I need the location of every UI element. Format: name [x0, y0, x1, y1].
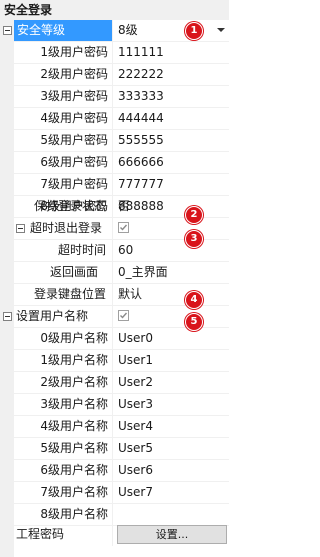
property-value[interactable]: 555555	[113, 130, 229, 151]
timeout-logout-label: 超时退出登录	[30, 221, 103, 235]
row-user-name[interactable]: 7级用户名称 User7	[0, 482, 229, 504]
row-user-name[interactable]: 2级用户名称 User2	[0, 372, 229, 394]
row-user-name[interactable]: 0级用户名称 User0	[0, 328, 229, 350]
property-label: 1级用户名称	[40, 353, 108, 367]
keyboard-position-label: 登录键盘位置	[33, 287, 106, 301]
property-label: 3级用户名称	[40, 397, 108, 411]
security-level-label: 安全等级	[14, 20, 112, 41]
property-value[interactable]: User2	[113, 372, 229, 393]
row-user-password[interactable]: 3级用户密码 333333	[0, 86, 229, 108]
row-user-name[interactable]: 6级用户名称 User6	[0, 460, 229, 482]
property-label: 2级用户密码	[40, 67, 108, 81]
property-value[interactable]: User6	[113, 460, 229, 481]
property-grid: 安全登录 安全等级 8级 1 1级用户密码 111111 2级用户密码 222222 3…	[0, 0, 229, 557]
property-value[interactable]: User1	[113, 350, 229, 371]
row-timeout-time[interactable]: 超时时间 60	[0, 240, 229, 262]
checkmark-icon	[120, 312, 128, 319]
keep-login-label: 保持登录状态	[33, 199, 106, 213]
timeout-time-label: 超时时间	[57, 243, 106, 257]
collapse-toggle-icon[interactable]	[3, 26, 12, 35]
chevron-down-icon[interactable]	[217, 28, 225, 32]
property-label: 2级用户名称	[40, 375, 108, 389]
category-title: 安全登录	[4, 3, 53, 17]
property-label: 7级用户密码	[40, 177, 108, 191]
property-label: 6级用户密码	[40, 155, 108, 169]
row-user-password[interactable]: 5级用户密码 555555	[0, 130, 229, 152]
return-screen-label: 返回画面	[49, 265, 98, 279]
property-label: 5级用户名称	[40, 441, 108, 455]
property-label: 4级用户密码	[40, 111, 108, 125]
property-label: 6级用户名称	[40, 463, 108, 477]
keep-login-value[interactable]: 否	[113, 196, 229, 217]
annotation-badge-1: 1	[185, 22, 203, 40]
row-project-password: 工程密码 设置...	[0, 524, 229, 546]
project-password-set-button[interactable]: 设置...	[117, 525, 227, 544]
category-security-login: 安全登录	[0, 0, 229, 20]
timeout-checkbox[interactable]	[118, 222, 129, 233]
row-user-password[interactable]: 6级用户密码 666666	[0, 152, 229, 174]
return-screen-value[interactable]: 0_主界面	[113, 262, 229, 283]
timeout-time-value[interactable]: 60	[113, 240, 229, 261]
set-username-label: 设置用户名称	[16, 309, 89, 323]
property-value[interactable]: 111111	[113, 42, 229, 63]
row-user-password[interactable]: 2级用户密码 222222	[0, 64, 229, 86]
property-label: 3级用户密码	[40, 89, 108, 103]
property-value[interactable]: 777777	[113, 174, 229, 195]
keyboard-position-value[interactable]: 默认	[113, 284, 229, 305]
property-value[interactable]: User4	[113, 416, 229, 437]
property-label: 4级用户名称	[40, 419, 108, 433]
row-return-screen[interactable]: 返回画面 0_主界面	[0, 262, 229, 284]
set-username-checkbox[interactable]	[118, 310, 129, 321]
project-password-label: 工程密码	[16, 527, 65, 541]
row-user-password[interactable]: 7级用户密码 777777	[0, 174, 229, 196]
property-label: 7级用户名称	[40, 485, 108, 499]
property-label: 5级用户密码	[40, 133, 108, 147]
property-label: 8级用户名称	[40, 507, 108, 521]
property-label: 1级用户密码	[40, 45, 108, 59]
row-user-password[interactable]: 4级用户密码 444444	[0, 108, 229, 130]
row-user-name[interactable]: 1级用户名称 User1	[0, 350, 229, 372]
property-label: 0级用户名称	[40, 331, 108, 345]
collapse-toggle-icon[interactable]	[16, 224, 25, 233]
property-value[interactable]	[113, 504, 229, 525]
row-user-name[interactable]: 4级用户名称 User4	[0, 416, 229, 438]
property-value[interactable]: User0	[113, 328, 229, 349]
property-value[interactable]: User7	[113, 482, 229, 503]
property-value[interactable]: 333333	[113, 86, 229, 107]
collapse-toggle-icon[interactable]	[3, 312, 12, 321]
property-value[interactable]: 666666	[113, 152, 229, 173]
row-user-name[interactable]: 8级用户名称	[0, 504, 229, 526]
property-value[interactable]: User5	[113, 438, 229, 459]
property-value[interactable]: 444444	[113, 108, 229, 129]
row-user-password[interactable]: 1级用户密码 111111	[0, 42, 229, 64]
row-user-name[interactable]: 3级用户名称 User3	[0, 394, 229, 416]
security-level-dropdown[interactable]: 8级	[113, 20, 229, 41]
checkmark-icon	[120, 224, 128, 231]
row-user-name[interactable]: 5级用户名称 User5	[0, 438, 229, 460]
property-value[interactable]: User3	[113, 394, 229, 415]
property-value[interactable]: 222222	[113, 64, 229, 85]
